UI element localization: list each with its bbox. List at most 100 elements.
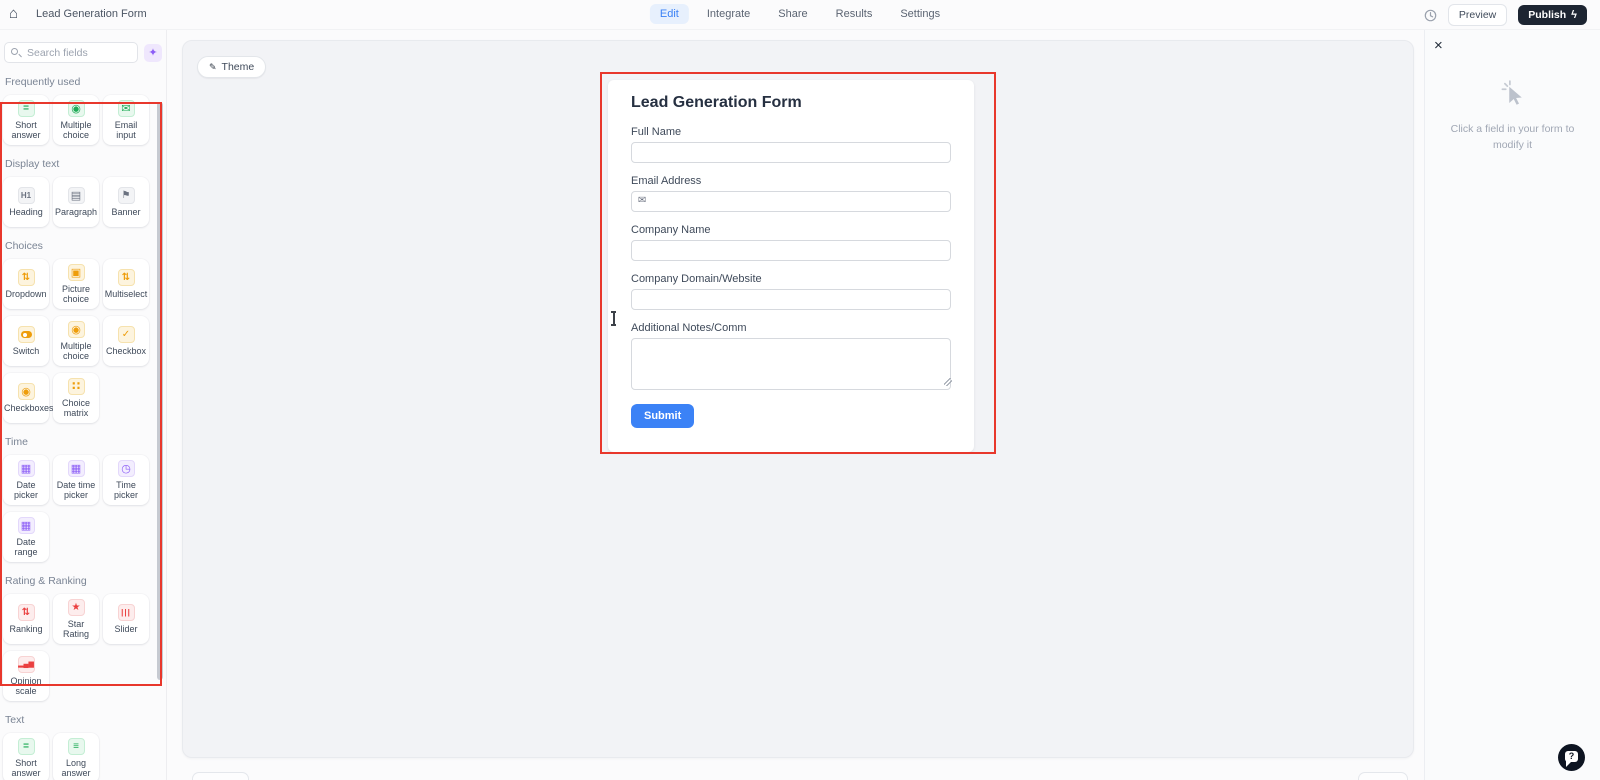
tab-settings[interactable]: Settings (890, 4, 950, 24)
close-icon[interactable]: × (1434, 38, 1443, 53)
switch-icon (17, 325, 35, 343)
field-tile-label: Slider (114, 623, 138, 634)
short-answer-icon (17, 99, 35, 117)
chat-button[interactable]: ? (1558, 744, 1585, 771)
field-tile-label: Email input (114, 119, 138, 140)
field-tile-star-rating[interactable]: Star Rating (53, 594, 99, 644)
long-answer-icon (67, 737, 85, 755)
field-tile-switch[interactable]: Switch (3, 316, 49, 366)
multiple-choice-icon (67, 99, 85, 117)
field-tile-date-time-picker[interactable]: Date time picker (53, 455, 99, 505)
field-label-company-domain-website: Company Domain/Website (631, 273, 762, 285)
field-tile-label: Date range (14, 536, 38, 557)
form-card[interactable]: Lead Generation Form Full Name Email Addr… (608, 80, 974, 452)
version-history-icon[interactable] (1424, 9, 1437, 22)
input-company-domain-website[interactable] (631, 289, 951, 310)
form-title: Lead Generation Form (631, 94, 802, 111)
search-icon (11, 48, 18, 55)
field-tile-date-picker[interactable]: Date picker (3, 455, 49, 505)
input-email-address[interactable] (631, 191, 951, 212)
topbar: ⌂ Lead Generation Form Edit Integrate Shar… (0, 0, 1600, 30)
resize-handle-icon[interactable] (944, 378, 952, 386)
properties-panel: × Click a field in your form to modify i… (1424, 30, 1600, 780)
field-tile-label: Opinion scale (10, 675, 42, 696)
tab-share[interactable]: Share (768, 4, 817, 24)
field-tile-picture-choice[interactable]: Picture choice (53, 259, 99, 309)
field-tile-label: Paragraph (54, 206, 98, 217)
field-tile-short-answer[interactable]: Short answer (3, 95, 49, 145)
checkboxes-icon (17, 382, 35, 400)
publish-button-label: Publish (1528, 9, 1567, 21)
choice-matrix-icon (67, 377, 85, 395)
field-tile-choice-matrix[interactable]: Choice matrix (53, 373, 99, 423)
field-tile-checkboxes[interactable]: Checkboxes (3, 373, 54, 423)
field-tile-label: Multiple choice (60, 340, 92, 361)
paragraph-icon (67, 186, 85, 204)
search-input[interactable] (4, 42, 138, 63)
field-tile-label: Picture choice (61, 283, 90, 304)
field-label-full-name: Full Name (631, 126, 682, 138)
field-tile-email-input[interactable]: Email input (103, 95, 149, 145)
tab-results[interactable]: Results (826, 4, 883, 24)
section-header-frequently-used: Frequently used (5, 76, 81, 88)
section-header-time: Time (5, 436, 28, 448)
submit-button[interactable]: Submit (631, 404, 695, 428)
field-tile-label: Short answer (11, 119, 41, 140)
canvas: ✎ Theme Lead Generation Form Full Name Em… (182, 40, 1414, 758)
field-tile-date-range[interactable]: Date range (3, 512, 49, 562)
date-range-icon (17, 516, 35, 534)
field-tile-checkbox[interactable]: Checkbox (103, 316, 149, 366)
field-tile-paragraph[interactable]: Paragraph (53, 177, 99, 227)
next-page-theme-button-partial[interactable] (192, 772, 249, 780)
opinion-scale-icon (17, 655, 35, 673)
form-fields: Full Name Email Address ✉ Company Name Compa… (631, 126, 952, 390)
section-header-text: Text (5, 714, 25, 726)
field-tile-dropdown[interactable]: Dropdown (3, 259, 49, 309)
checkbox-icon (117, 325, 135, 343)
textarea-additional-notes-comm[interactable] (631, 338, 951, 390)
field-tile-label: Date time picker (56, 479, 96, 500)
heading-icon (17, 186, 35, 204)
chat-bubble-icon: ? (1565, 751, 1578, 767)
theme-button-label: Theme (221, 61, 255, 73)
field-tile-long-answer[interactable]: Long answer (53, 733, 99, 780)
paintbrush-icon: ✎ (209, 61, 217, 72)
multiselect-icon (117, 268, 135, 286)
field-tile-multiselect[interactable]: Multiselect (103, 259, 149, 309)
field-tile-opinion-scale[interactable]: Opinion scale (3, 651, 49, 701)
field-tile-short-answer[interactable]: Short answer (3, 733, 49, 780)
publish-button[interactable]: Publish ϟ (1518, 5, 1587, 25)
field-tile-time-picker[interactable]: Time picker (103, 455, 149, 505)
canvas-control-button-partial[interactable] (1358, 772, 1408, 780)
dropdown-icon (17, 268, 35, 286)
input-full-name[interactable] (631, 142, 951, 163)
tab-integrate[interactable]: Integrate (697, 4, 760, 24)
field-tile-label: Short answer (11, 757, 41, 778)
field-tile-heading[interactable]: Heading (3, 177, 49, 227)
field-tile-label: Date picker (13, 479, 38, 500)
ranking-icon (17, 603, 35, 621)
field-tile-label: Multiple choice (60, 119, 92, 140)
field-tile-multiple-choice[interactable]: Multiple choice (53, 95, 99, 145)
input-company-name[interactable] (631, 240, 951, 261)
date-time-picker-icon (67, 459, 85, 477)
form-name-title: Lead Generation Form (36, 8, 147, 20)
theme-button[interactable]: ✎ Theme (197, 56, 267, 78)
field-tile-ranking[interactable]: Ranking (3, 594, 49, 644)
sidebar: ✦ Frequently used Short answer Multiple ch… (0, 30, 167, 780)
preview-button[interactable]: Preview (1447, 4, 1508, 26)
home-icon[interactable]: ⌂ (9, 5, 18, 22)
date-picker-icon (17, 459, 35, 477)
field-tile-multiple-choice[interactable]: Multiple choice (53, 316, 99, 366)
envelope-icon: ✉ (638, 195, 647, 206)
field-tile-label: Long answer (61, 757, 91, 778)
tab-edit[interactable]: Edit (649, 4, 689, 24)
sidebar-scrollbar[interactable] (157, 102, 163, 680)
field-tile-banner[interactable]: Banner (103, 177, 149, 227)
picture-choice-icon (67, 263, 85, 281)
field-tile-label: Time picker (113, 479, 138, 500)
multiple-choice-icon (67, 320, 85, 338)
time-picker-icon (117, 459, 135, 477)
sparkles-button[interactable]: ✦ (144, 43, 162, 62)
field-tile-slider[interactable]: Slider (103, 594, 149, 644)
